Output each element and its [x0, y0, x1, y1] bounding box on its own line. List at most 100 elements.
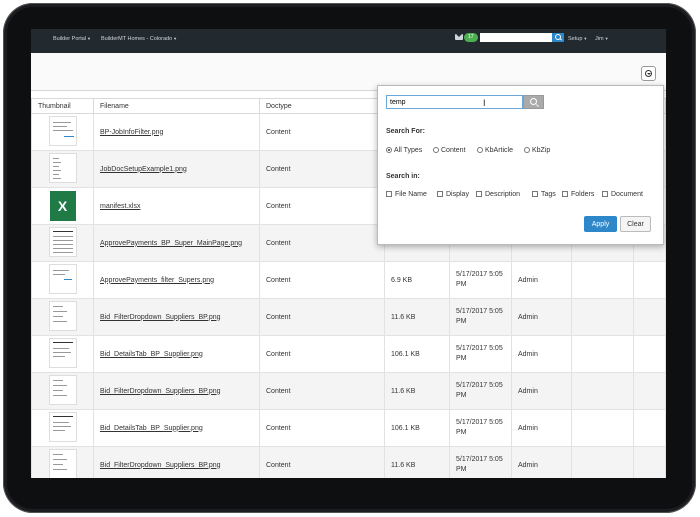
table-row[interactable]: Bid_FilterDropdown_Suppliers_BP.png Cont… [31, 372, 666, 410]
column-header-doctype[interactable]: Doctype [259, 98, 385, 114]
checkbox-icon [532, 191, 538, 197]
nav-portal-label: Builder Portal [53, 36, 87, 42]
radio-content[interactable]: Content [433, 147, 466, 154]
date-cell: 5/17/2017 5:05 PM [449, 298, 512, 336]
global-search-input[interactable] [480, 33, 552, 42]
filename-link[interactable]: Bid_FilterDropdown_Suppliers_BP.png [100, 462, 221, 469]
chevron-down-icon: ▼ [87, 36, 91, 41]
thumbnail-cell [31, 298, 94, 336]
checkbox-icon [437, 191, 443, 197]
thumbnail-cell [31, 224, 94, 262]
radio-kbzip[interactable]: KbZip [524, 147, 550, 154]
column-header-filename[interactable]: Filename [93, 98, 260, 114]
size-cell: 11.6 KB [384, 446, 450, 478]
thumbnail-cell [31, 446, 94, 478]
radio-selected-icon [386, 147, 392, 153]
nav-setup-menu[interactable]: Setup▼ [568, 36, 587, 42]
doctype-cell: Content [259, 335, 385, 373]
nav-portal-menu[interactable]: Builder Portal▼ [53, 36, 91, 42]
date-cell: 5/17/2017 5:05 PM [449, 409, 512, 447]
chevron-down-circle-icon [645, 70, 652, 77]
size-cell: 11.6 KB [384, 298, 450, 336]
size-cell: 6.9 KB [384, 261, 450, 299]
thumbnail-cell [31, 113, 94, 151]
doctype-cell: Content [259, 150, 385, 188]
doctype-cell: Content [259, 372, 385, 410]
filename-link[interactable]: BP-JobInfoFilter.png [100, 129, 163, 136]
nav-company-label: BuilderMT Homes - Colorado [101, 36, 173, 42]
user-cell: Admin [511, 261, 572, 299]
chevron-down-icon: ▼ [604, 36, 609, 41]
table-row[interactable]: Bid_DetailsTab_BP_Supplier.png Content 1… [31, 409, 666, 447]
filename-link[interactable]: manifest.xlsx [100, 203, 140, 210]
thumbnail-image [48, 301, 77, 331]
filename-cell: manifest.xlsx [93, 187, 260, 225]
size-cell: 106.1 KB [384, 335, 450, 373]
table-row[interactable]: Bid_FilterDropdown_Suppliers_BP.png Cont… [31, 446, 666, 478]
clear-button[interactable]: Clear [620, 216, 651, 232]
thumbnail-cell [31, 150, 94, 188]
table-row[interactable]: Bid_FilterDropdown_Suppliers_BP.png Cont… [31, 298, 666, 336]
size-cell: 11.6 KB [384, 372, 450, 410]
checkbox-icon [386, 191, 392, 197]
radio-icon [477, 147, 483, 153]
column-header-thumbnail[interactable]: Thumbnail [31, 98, 94, 114]
filename-link[interactable]: JobDocSetupExample1.png [100, 166, 187, 173]
filename-link[interactable]: Bid_FilterDropdown_Suppliers_BP.png [100, 388, 221, 395]
checkbox-document[interactable]: Document [602, 191, 643, 198]
app-screen: Builder Portal▼ BuilderMT Homes - Colora… [31, 29, 666, 478]
thumbnail-image [48, 227, 77, 257]
thumbnail-image [48, 153, 77, 183]
filename-cell: Bid_FilterDropdown_Suppliers_BP.png [93, 446, 260, 478]
user-cell: Admin [511, 446, 572, 478]
radio-kbarticle[interactable]: KbArticle [477, 147, 513, 154]
doctype-cell: Content [259, 446, 385, 478]
filename-link[interactable]: ApprovePayments_BP_Super_MainPage.png [100, 240, 242, 247]
table-row[interactable]: ApprovePayments_filter_Supers.png Conten… [31, 261, 666, 299]
checkbox-file-name[interactable]: File Name [386, 191, 427, 198]
excel-file-icon: X [49, 191, 76, 221]
checkbox-icon [602, 191, 608, 197]
checkbox-description[interactable]: Description [476, 191, 520, 198]
user-cell: Admin [511, 335, 572, 373]
nav-company-menu[interactable]: BuilderMT Homes - Colorado▼ [101, 36, 177, 42]
filename-cell: ApprovePayments_filter_Supers.png [93, 261, 260, 299]
thumbnail-image [48, 449, 77, 478]
filter-search-input[interactable] [386, 95, 523, 109]
top-nav: Builder Portal▼ BuilderMT Homes - Colora… [31, 29, 666, 53]
thumbnail-cell: X [31, 187, 94, 225]
nav-setup-label: Setup [568, 36, 583, 42]
filename-cell: JobDocSetupExample1.png [93, 150, 260, 188]
apply-button[interactable]: Apply [584, 216, 617, 232]
radio-all-types[interactable]: All Types [386, 147, 422, 154]
thumbnail-cell [31, 409, 94, 447]
filename-cell: Bid_FilterDropdown_Suppliers_BP.png [93, 298, 260, 336]
nav-user-menu[interactable]: Jim▼ [595, 36, 609, 42]
thumbnail-image [48, 375, 77, 405]
search-icon[interactable] [523, 95, 544, 109]
filename-cell: Bid_FilterDropdown_Suppliers_BP.png [93, 372, 260, 410]
user-cell: Admin [511, 372, 572, 410]
filename-link[interactable]: Bid_DetailsTab_BP_Supplier.png [100, 425, 203, 432]
mail-icon[interactable] [455, 34, 463, 40]
filename-link[interactable]: Bid_DetailsTab_BP_Supplier.png [100, 351, 203, 358]
checkbox-tags[interactable]: Tags [532, 191, 556, 198]
thumbnail-cell [31, 372, 94, 410]
search-in-label: Search in: [386, 173, 420, 180]
doctype-cell: Content [259, 298, 385, 336]
radio-icon [524, 147, 530, 153]
table-row[interactable]: Bid_DetailsTab_BP_Supplier.png Content 1… [31, 335, 666, 373]
doctype-cell: Content [259, 261, 385, 299]
checkbox-icon [476, 191, 482, 197]
filename-cell: BP-JobInfoFilter.png [93, 113, 260, 151]
filename-link[interactable]: ApprovePayments_filter_Supers.png [100, 277, 214, 284]
checkbox-display[interactable]: Display [437, 191, 469, 198]
thumbnail-image [48, 116, 77, 146]
checkbox-folders[interactable]: Folders [562, 191, 594, 198]
checkbox-icon [562, 191, 568, 197]
filter-toggle-button[interactable] [641, 66, 656, 81]
thumbnail-cell [31, 335, 94, 373]
search-icon[interactable] [552, 33, 564, 42]
filename-link[interactable]: Bid_FilterDropdown_Suppliers_BP.png [100, 314, 221, 321]
filter-popover: I Search For: All Types Content KbArticl… [377, 85, 664, 245]
